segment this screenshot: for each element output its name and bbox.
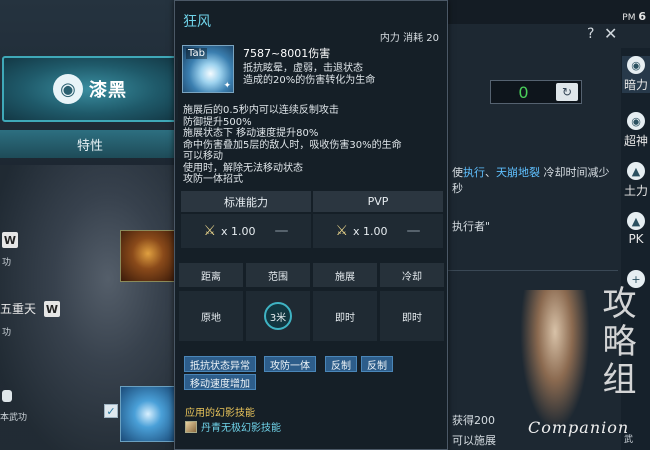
watermark-side: 武 (624, 435, 634, 445)
range-circle: 3米 (264, 302, 292, 330)
skill-checkbox[interactable]: ✓ (104, 404, 118, 418)
rail-item-super[interactable]: ◉ 超神 (622, 112, 650, 149)
grid-value-range: 3米 (246, 291, 310, 341)
watermark-logo: 攻略组 (602, 284, 637, 400)
class-emblem-icon: ◉ (53, 74, 83, 104)
crossed-swords-icon: ⚔ (203, 223, 217, 239)
pve-multiplier: ⚔ x 1.00 — (181, 214, 311, 248)
linked-skill-title: 应用的幻影技能 (185, 408, 255, 419)
grid-value-cooldown: 即时 (380, 291, 444, 341)
skill-icon-fire[interactable] (120, 230, 176, 282)
skill-tag: 抵抗状态异常 (184, 356, 256, 372)
class-banner[interactable]: ◉ 漆黑 (2, 56, 178, 122)
point-counter: 0 ↻ (490, 80, 582, 104)
skill-description-line: 使用时，解除无法移动状态 (183, 162, 303, 174)
orb-icon: ◉ (627, 56, 645, 74)
skill-description-line: 命中伤害叠加5层的敌人时，吸收伤害30%的生命 (183, 139, 402, 151)
skill-description-line: 施展后的0.5秒内可以连续反制攻击 (183, 105, 339, 116)
grid-value-distance: 原地 (179, 291, 243, 341)
skill-description-line: 施展状态下 移动速度提升80% (183, 128, 319, 139)
skill-tooltip: 狂风 内力 消耗 20 Tab ✦ 7587~8001伤害 抵抗眩晕，虚弱，击退… (174, 0, 448, 450)
skill-description-line: 防御提升500% (183, 116, 252, 128)
skill-name: 狂风 (183, 14, 211, 30)
skill-icon: Tab ✦ (182, 45, 234, 93)
skill-tag: 攻防一体 (264, 356, 316, 372)
bg-description-line: 使执行、天崩地裂 冷却时间减少 (452, 166, 610, 179)
skill-tag: 反制 (325, 356, 357, 372)
skill-sublabel: 功 (2, 258, 12, 268)
grid-header-cooldown: 冷却 (380, 263, 444, 287)
bg-description-line: 执行者" (452, 220, 491, 233)
hotkey-w-badge: W (2, 232, 18, 248)
pvp-icon: ⚔ (335, 223, 349, 239)
rail-item-dark-power[interactable]: ◉ 暗力 (622, 56, 650, 93)
orb-icon: ◉ (627, 112, 645, 130)
rail-item-pk[interactable]: ▲ PK (622, 212, 650, 246)
rail-item-earth[interactable]: ▲ 土力 (622, 162, 650, 199)
grid-header-distance: 距离 (179, 263, 243, 287)
clock: PM 6 (622, 10, 646, 23)
bg-description-line: 获得200 (452, 414, 495, 427)
pvp-multiplier: ⚔ x 1.00 — (313, 214, 443, 248)
skill-tag: 移动速度增加 (184, 374, 256, 390)
skill-icon-wind[interactable] (120, 386, 176, 442)
reset-icon[interactable]: ↻ (556, 83, 578, 101)
pve-header: 标准能力 (181, 191, 311, 212)
skill-description-line: 攻防一体招式 (183, 174, 243, 185)
sparkle-icon: ✦ (223, 81, 231, 91)
bg-description-line: 秒 (452, 182, 463, 195)
bg-description-line: 可以施展 (452, 434, 496, 447)
divider (448, 270, 618, 271)
watermark-text: Companion (528, 418, 630, 437)
dash: — (406, 223, 421, 239)
skill-description-line: 可以移动 (183, 151, 223, 162)
counter-value: 0 (518, 82, 529, 102)
tab-traits[interactable]: 特性 (0, 130, 180, 158)
skill-sublabel: 功 (2, 328, 12, 338)
linked-skill-icon (185, 420, 197, 433)
skill-sublabel: 本武功 (0, 413, 28, 423)
companion-mascot (520, 290, 590, 430)
close-button[interactable]: ✕ (604, 24, 617, 43)
skill-effect: 造成的20%的伤害转化为生命 (243, 75, 376, 86)
class-name: 漆黑 (89, 80, 127, 101)
mountain-icon: ▲ (627, 162, 645, 180)
skill-cost: 内力 消耗 20 (379, 33, 439, 44)
skill-tier-label: 五重天 (0, 302, 37, 316)
mountain-icon: ▲ (627, 212, 645, 230)
grid-header-range: 范围 (246, 263, 310, 287)
grid-value-cast: 即时 (313, 291, 377, 341)
hotkey-label: Tab (186, 48, 207, 59)
mouse-icon (2, 390, 12, 402)
dash: — (274, 223, 289, 239)
skill-tag: 反制 (361, 356, 393, 372)
linked-skill: 丹青无极幻影技能 (185, 419, 281, 434)
help-button[interactable]: ? (587, 26, 594, 42)
top-bar (448, 0, 650, 24)
pvp-header: PVP (313, 191, 443, 212)
grid-header-cast: 施展 (313, 263, 377, 287)
hotkey-w-badge: W (44, 301, 60, 317)
